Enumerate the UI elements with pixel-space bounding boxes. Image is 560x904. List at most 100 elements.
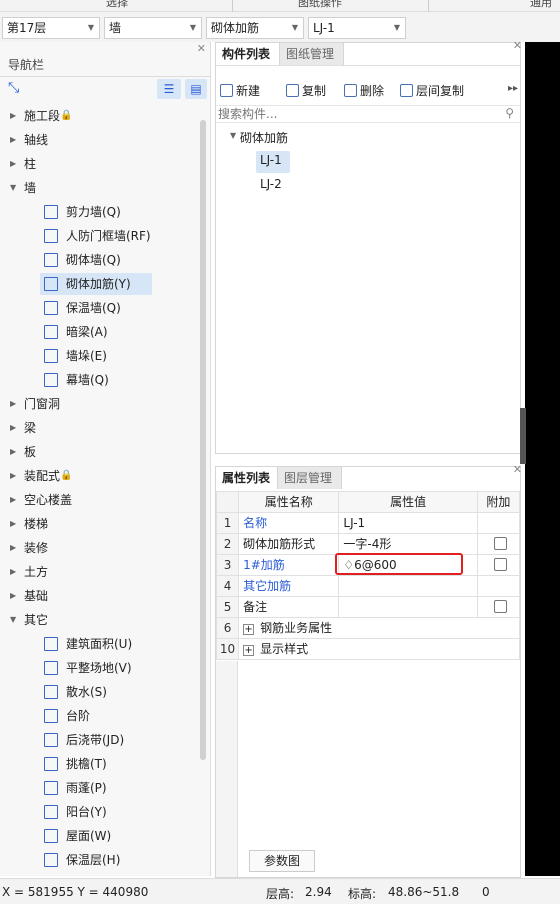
property-value[interactable]: LJ-1 [338,512,478,534]
table-row[interactable]: 5 备注 [215,596,521,618]
nav-subitem[interactable]: 台阶 [0,704,200,728]
copy-button[interactable]: 复制 [286,81,326,101]
expand-icon[interactable]: ▶ [10,512,16,536]
floor-select[interactable]: 第17层 ▼ [2,17,100,39]
nav-subitem[interactable]: 砌体墙(Q) [0,248,200,272]
close-icon[interactable]: ✕ [513,463,522,476]
new-button[interactable]: 新建 [220,81,260,101]
property-value[interactable] [338,596,478,618]
nav-item[interactable]: ▶ 装配式 🔒 [0,464,200,488]
curtain-wall-icon [44,373,58,387]
copy-label: 复制 [302,84,327,98]
component-item-lj1[interactable]: LJ-1 [260,153,282,167]
nav-subitem[interactable]: 保温层(H) [0,848,200,872]
tab-layer-management[interactable]: 图层管理 [278,467,342,489]
expand-icon[interactable]: ▶ [10,488,16,512]
delete-button[interactable]: 删除 [344,81,384,101]
expand-icon[interactable]: ▶ [10,392,16,416]
property-value[interactable]: 一字-4形 [338,533,478,555]
nav-subitem[interactable]: 人防门框墙(RF) [0,224,200,248]
table-row[interactable]: 6 + 钢筋业务属性 [215,617,520,639]
table-row[interactable]: 2 砌体加筋形式 一字-4形 [215,533,521,555]
table-row[interactable]: 10 + 显示样式 [215,638,520,660]
nav-subitem[interactable]: 剪力墙(Q) [0,200,200,224]
expand-icon[interactable]: ▶ [10,416,16,440]
search-input[interactable] [216,106,496,122]
nav-subitem[interactable]: 阳台(Y) [0,800,200,824]
nav-item[interactable]: ▶ 空心楼盖 [0,488,200,512]
property-value[interactable] [338,575,478,597]
nav-item[interactable]: ▶ 楼梯 [0,512,200,536]
splitter-handle[interactable] [520,408,526,464]
table-row[interactable]: 1 名称 LJ-1 [215,512,521,534]
extra-checkbox[interactable] [493,537,507,550]
collapse-icon[interactable]: ▼ [230,131,236,140]
tab-property-list[interactable]: 属性列表 [216,467,278,489]
table-row[interactable]: 4 其它加筋 [215,575,521,597]
nav-subitem[interactable]: 砌体加筋(Y) [0,272,200,296]
expand-icon[interactable]: ▶ [10,440,16,464]
nav-item[interactable]: ▶ 柱 [0,152,200,176]
nav-subitem[interactable]: 幕墙(Q) [0,368,200,392]
nav-item[interactable]: ▶ 门窗洞 [0,392,200,416]
expand-icon[interactable]: ▶ [10,584,16,608]
steps-icon [44,709,58,723]
nav-subitem[interactable]: 雨蓬(P) [0,776,200,800]
expand-icon[interactable]: ▶ [10,536,16,560]
param-diagram-button[interactable]: 参数图 [249,850,315,872]
nav-item[interactable]: ▶ 基础 [0,584,200,608]
close-icon[interactable]: ✕ [513,39,522,52]
tab-component-list[interactable]: 构件列表 [216,43,280,65]
nav-subitem[interactable]: 建筑面积(U) [0,632,200,656]
nav-item[interactable]: ▶ 板 [0,440,200,464]
ribbon-group-drawing-ops[interactable]: 图纸操作 [298,0,342,10]
nav-item[interactable]: ▶ 施工段 🔒 [0,104,200,128]
nav-subitem[interactable]: 暗梁(A) [0,320,200,344]
expand-row-cell[interactable]: + 显示样式 [238,638,520,660]
plus-icon[interactable]: + [243,624,255,635]
nav-item[interactable]: ▶ 轴线 [0,128,200,152]
header-value: 属性值 [338,491,478,513]
collapse-icon[interactable]: ▼ [10,608,16,632]
pin-icon[interactable]: ⤡ [8,80,19,96]
extra-checkbox[interactable] [493,558,507,571]
nav-item[interactable]: ▼ 墙 [0,176,200,200]
collapse-icon[interactable]: ▼ [10,176,16,200]
plus-icon[interactable]: + [243,645,255,656]
nav-item[interactable]: ▼ 其它 [0,608,200,632]
expand-icon[interactable]: ▶ [10,464,16,488]
detail-view-icon[interactable]: ▤ [185,79,207,99]
nav-subitem[interactable]: 后浇带(JD) [0,728,200,752]
category-select[interactable]: 墙 ▼ [104,17,202,39]
nav-item[interactable]: ▶ 土方 [0,560,200,584]
expand-row-cell[interactable]: + 钢筋业务属性 [238,617,520,639]
expand-icon[interactable]: ▶ [10,560,16,584]
nav-item-label: 施工段 [24,109,61,123]
search-icon[interactable]: ⚲ [505,106,514,120]
expand-icon[interactable]: ▶ [10,152,16,176]
ribbon-group-select[interactable]: 选择 [106,0,128,10]
close-icon[interactable]: ✕ [197,42,206,55]
nav-subitem[interactable]: 平整场地(V) [0,656,200,680]
nav-subitem[interactable]: 挑檐(T) [0,752,200,776]
nav-subitem[interactable]: 屋面(W) [0,824,200,848]
nav-subitem[interactable]: 墙垛(E) [0,344,200,368]
expand-icon[interactable]: ▶ [10,104,16,128]
component-select[interactable]: LJ-1 ▼ [308,17,406,39]
property-name: 钢筋业务属性 [260,621,333,635]
expand-icon[interactable]: ▶ [10,128,16,152]
nav-scrollbar[interactable] [200,120,206,760]
tab-drawing-management[interactable]: 图纸管理 [280,43,344,65]
more-icon[interactable]: ▸▸ [508,83,518,94]
nav-item[interactable]: ▶ 梁 [0,416,200,440]
nav-panel: ✕ 导航栏 ⤡ ☰ ▤ ▶ 施工段 🔒 ▶ 轴线 ▶ 柱 ▼ 墙剪力墙(Q) 人防门框墙(RF)… [0,42,211,876]
list-view-icon[interactable]: ☰ [157,79,181,99]
component-item-lj2[interactable]: LJ-2 [260,177,282,191]
ribbon-group-general[interactable]: 通用 [530,0,552,10]
floor-copy-button[interactable]: 层间复制 [400,81,464,101]
type-select[interactable]: 砌体加筋 ▼ [206,17,304,39]
nav-subitem[interactable]: 散水(S) [0,680,200,704]
nav-item[interactable]: ▶ 装修 [0,536,200,560]
nav-subitem[interactable]: 保温墙(Q) [0,296,200,320]
extra-checkbox[interactable] [493,600,507,613]
